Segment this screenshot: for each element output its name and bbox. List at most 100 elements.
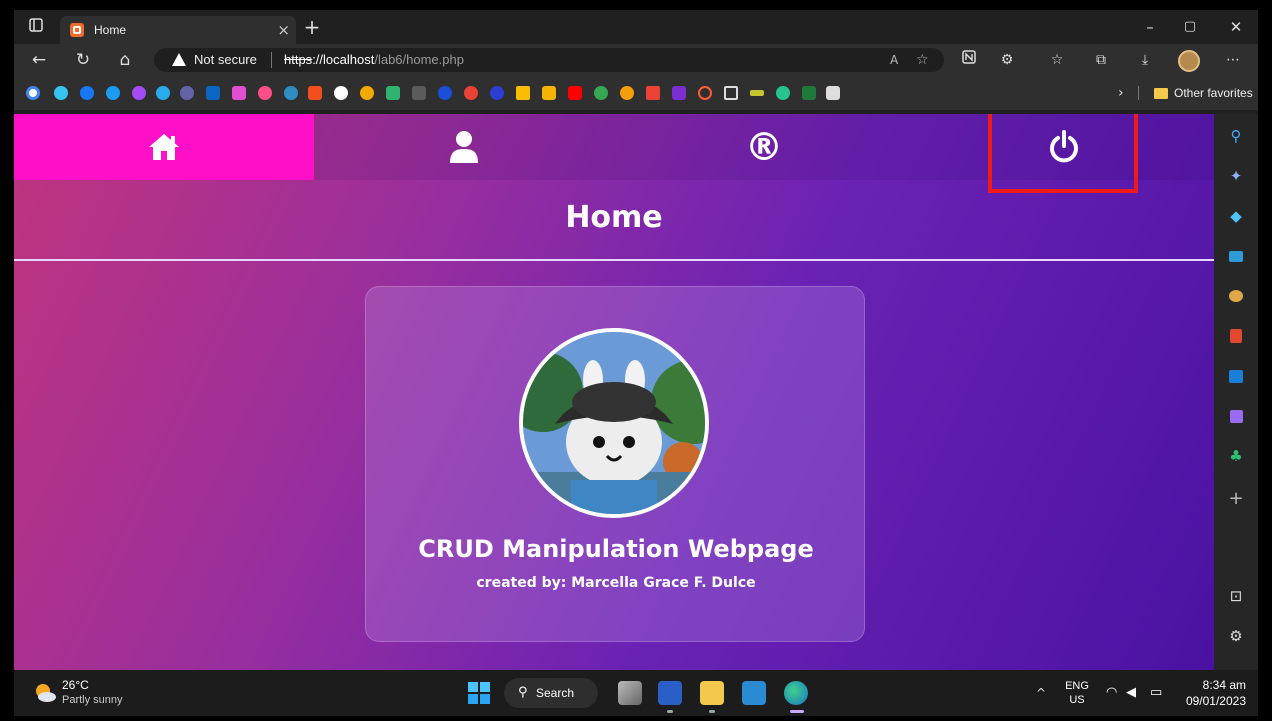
page-viewport: ® Home CRUD Manipulation Webpage created… xyxy=(14,114,1214,670)
bookmarks-bar: › Other favorites xyxy=(14,76,1258,110)
instagram-bookmark-icon[interactable] xyxy=(232,86,246,100)
avatar-photo-image xyxy=(523,332,705,514)
clock-time[interactable]: 8:34 am xyxy=(1182,678,1246,692)
sidebar-settings-gear-icon[interactable]: ⚙ xyxy=(1226,626,1246,646)
gmail-bookmark-icon[interactable] xyxy=(646,86,660,100)
tab-actions-icon[interactable] xyxy=(24,10,48,44)
bookmark-icon-19[interactable] xyxy=(490,86,504,100)
back-button[interactable]: ← xyxy=(26,44,52,76)
facebook-bookmark-icon[interactable] xyxy=(80,86,94,100)
read-aloud-icon[interactable]: A xyxy=(890,48,898,72)
url-host: ://localhost xyxy=(312,52,375,67)
tools-briefcase-icon[interactable] xyxy=(1226,246,1246,266)
clock-date[interactable]: 09/01/2023 xyxy=(1182,694,1246,708)
figma-bookmark-icon[interactable] xyxy=(308,86,322,100)
vscode-app-icon[interactable] xyxy=(742,681,766,705)
weather-condition[interactable]: Partly sunny xyxy=(62,694,123,706)
refresh-button[interactable]: ↻ xyxy=(70,44,96,76)
teams-bookmark-icon[interactable] xyxy=(180,86,194,100)
tree-icon[interactable]: ♣ xyxy=(1226,446,1246,466)
folder-icon xyxy=(1154,88,1168,99)
document-bookmark-icon[interactable] xyxy=(724,86,738,100)
notion-extension-icon[interactable] xyxy=(958,44,980,76)
nav-home[interactable] xyxy=(14,114,314,180)
desktop-screen: Home × + – ▢ ✕ ← ↻ ⌂ Not secure https://… xyxy=(0,0,1272,721)
tray-overflow-chevron-icon[interactable]: ^ xyxy=(1036,670,1046,716)
add-sidebar-app-icon[interactable]: + xyxy=(1226,488,1246,509)
bookmark-icon-11[interactable] xyxy=(284,86,298,100)
copilot-icon[interactable]: ✦ xyxy=(1226,166,1246,186)
card-subtitle: created by: Marcella Grace F. Dulce xyxy=(476,575,756,591)
bookmark-icon-31[interactable] xyxy=(802,86,816,100)
search-icon[interactable]: ⚲ xyxy=(1226,126,1246,146)
profile-avatar-icon[interactable] xyxy=(1178,50,1200,72)
linkedin-bookmark-icon[interactable] xyxy=(206,86,220,100)
home-browser-button[interactable]: ⌂ xyxy=(112,44,138,76)
bookmark-icon-14[interactable] xyxy=(360,86,374,100)
bookmark-icon-23[interactable] xyxy=(594,86,608,100)
minimize-button[interactable]: – xyxy=(1138,10,1162,44)
file-explorer-icon[interactable] xyxy=(700,681,724,705)
google-bookmark-icon[interactable] xyxy=(26,86,40,100)
bookmark-icon-24[interactable] xyxy=(620,86,634,100)
nav-register[interactable]: ® xyxy=(614,114,914,180)
bookmark-icon-10[interactable] xyxy=(258,86,272,100)
bookmark-icon-32[interactable] xyxy=(826,86,840,100)
tab-close-button[interactable]: × xyxy=(277,16,290,44)
bookmark-icon-29[interactable] xyxy=(750,90,764,96)
favorite-star-icon[interactable]: ☆ xyxy=(916,48,929,72)
tab-home[interactable]: Home × xyxy=(60,16,296,44)
downloads-icon[interactable]: ⤓ xyxy=(1134,44,1156,76)
wifi-icon[interactable]: ◠ xyxy=(1106,670,1117,716)
url-scheme: https xyxy=(284,52,313,67)
maximize-button[interactable]: ▢ xyxy=(1178,10,1202,44)
telegram-bookmark-icon[interactable] xyxy=(156,86,170,100)
slack-bookmark-icon[interactable] xyxy=(54,86,68,100)
volume-icon[interactable]: ◀ xyxy=(1126,670,1136,716)
partly-sunny-icon[interactable] xyxy=(34,682,56,704)
edx-bookmark-icon[interactable] xyxy=(412,86,426,100)
bookmarks-overflow-chevron-icon[interactable]: › xyxy=(1118,76,1124,110)
taskbar-search[interactable]: ⚲ Search xyxy=(504,678,598,708)
designer-icon[interactable] xyxy=(1226,406,1246,426)
favorites-icon[interactable]: ☆ xyxy=(1046,44,1068,76)
outlook-icon[interactable] xyxy=(1226,366,1246,386)
shopping-tag-icon[interactable]: ◆ xyxy=(1226,206,1246,226)
games-icon[interactable] xyxy=(1226,286,1246,306)
twitter-bookmark-icon[interactable] xyxy=(106,86,120,100)
battery-icon[interactable]: ▭ xyxy=(1150,670,1162,716)
windows-start-icon[interactable] xyxy=(468,682,490,704)
task-view-icon[interactable] xyxy=(618,681,642,705)
youtube-bookmark-icon[interactable] xyxy=(568,86,582,100)
word-running-indicator xyxy=(667,710,673,713)
bookmark-icon-15[interactable] xyxy=(386,86,400,100)
language-indicator[interactable]: ENG US xyxy=(1064,679,1090,707)
weather-temperature[interactable]: 26°C xyxy=(62,678,89,692)
bookmark-icon-21[interactable] xyxy=(542,86,556,100)
other-favorites-link[interactable]: Other favorites xyxy=(1174,76,1253,110)
bookmark-icon-30[interactable] xyxy=(776,86,790,100)
site-nav: ® xyxy=(14,114,1214,193)
url-text[interactable]: https://localhost/lab6/home.php xyxy=(284,48,464,72)
edge-app-icon[interactable] xyxy=(784,681,808,705)
google-drive-bookmark-icon[interactable] xyxy=(516,86,530,100)
nav-profile[interactable] xyxy=(314,114,614,180)
address-bar[interactable]: Not secure https://localhost/lab6/home.p… xyxy=(154,48,944,72)
bookmark-icon-27[interactable] xyxy=(698,86,712,100)
security-indicator[interactable]: Not secure xyxy=(194,48,257,72)
word-app-icon[interactable] xyxy=(658,681,682,705)
office-icon[interactable] xyxy=(1226,326,1246,346)
collections-icon[interactable]: ⧉ xyxy=(1090,44,1112,76)
coursera-bookmark-icon[interactable] xyxy=(438,86,452,100)
sidebar-layout-icon[interactable]: ⊡ xyxy=(1226,586,1246,606)
github-bookmark-icon[interactable] xyxy=(334,86,348,100)
bookmark-icon-26[interactable] xyxy=(672,86,686,100)
close-window-button[interactable]: ✕ xyxy=(1224,10,1248,44)
more-menu-icon[interactable]: ⋯ xyxy=(1222,44,1244,76)
messenger-bookmark-icon[interactable] xyxy=(132,86,146,100)
extensions-icon[interactable]: ⚙ xyxy=(996,44,1018,76)
google-search-bookmark-icon[interactable] xyxy=(464,86,478,100)
user-icon xyxy=(450,131,478,163)
new-tab-button[interactable]: + xyxy=(300,10,324,44)
address-row: ← ↻ ⌂ Not secure https://localhost/lab6/… xyxy=(14,44,1258,76)
